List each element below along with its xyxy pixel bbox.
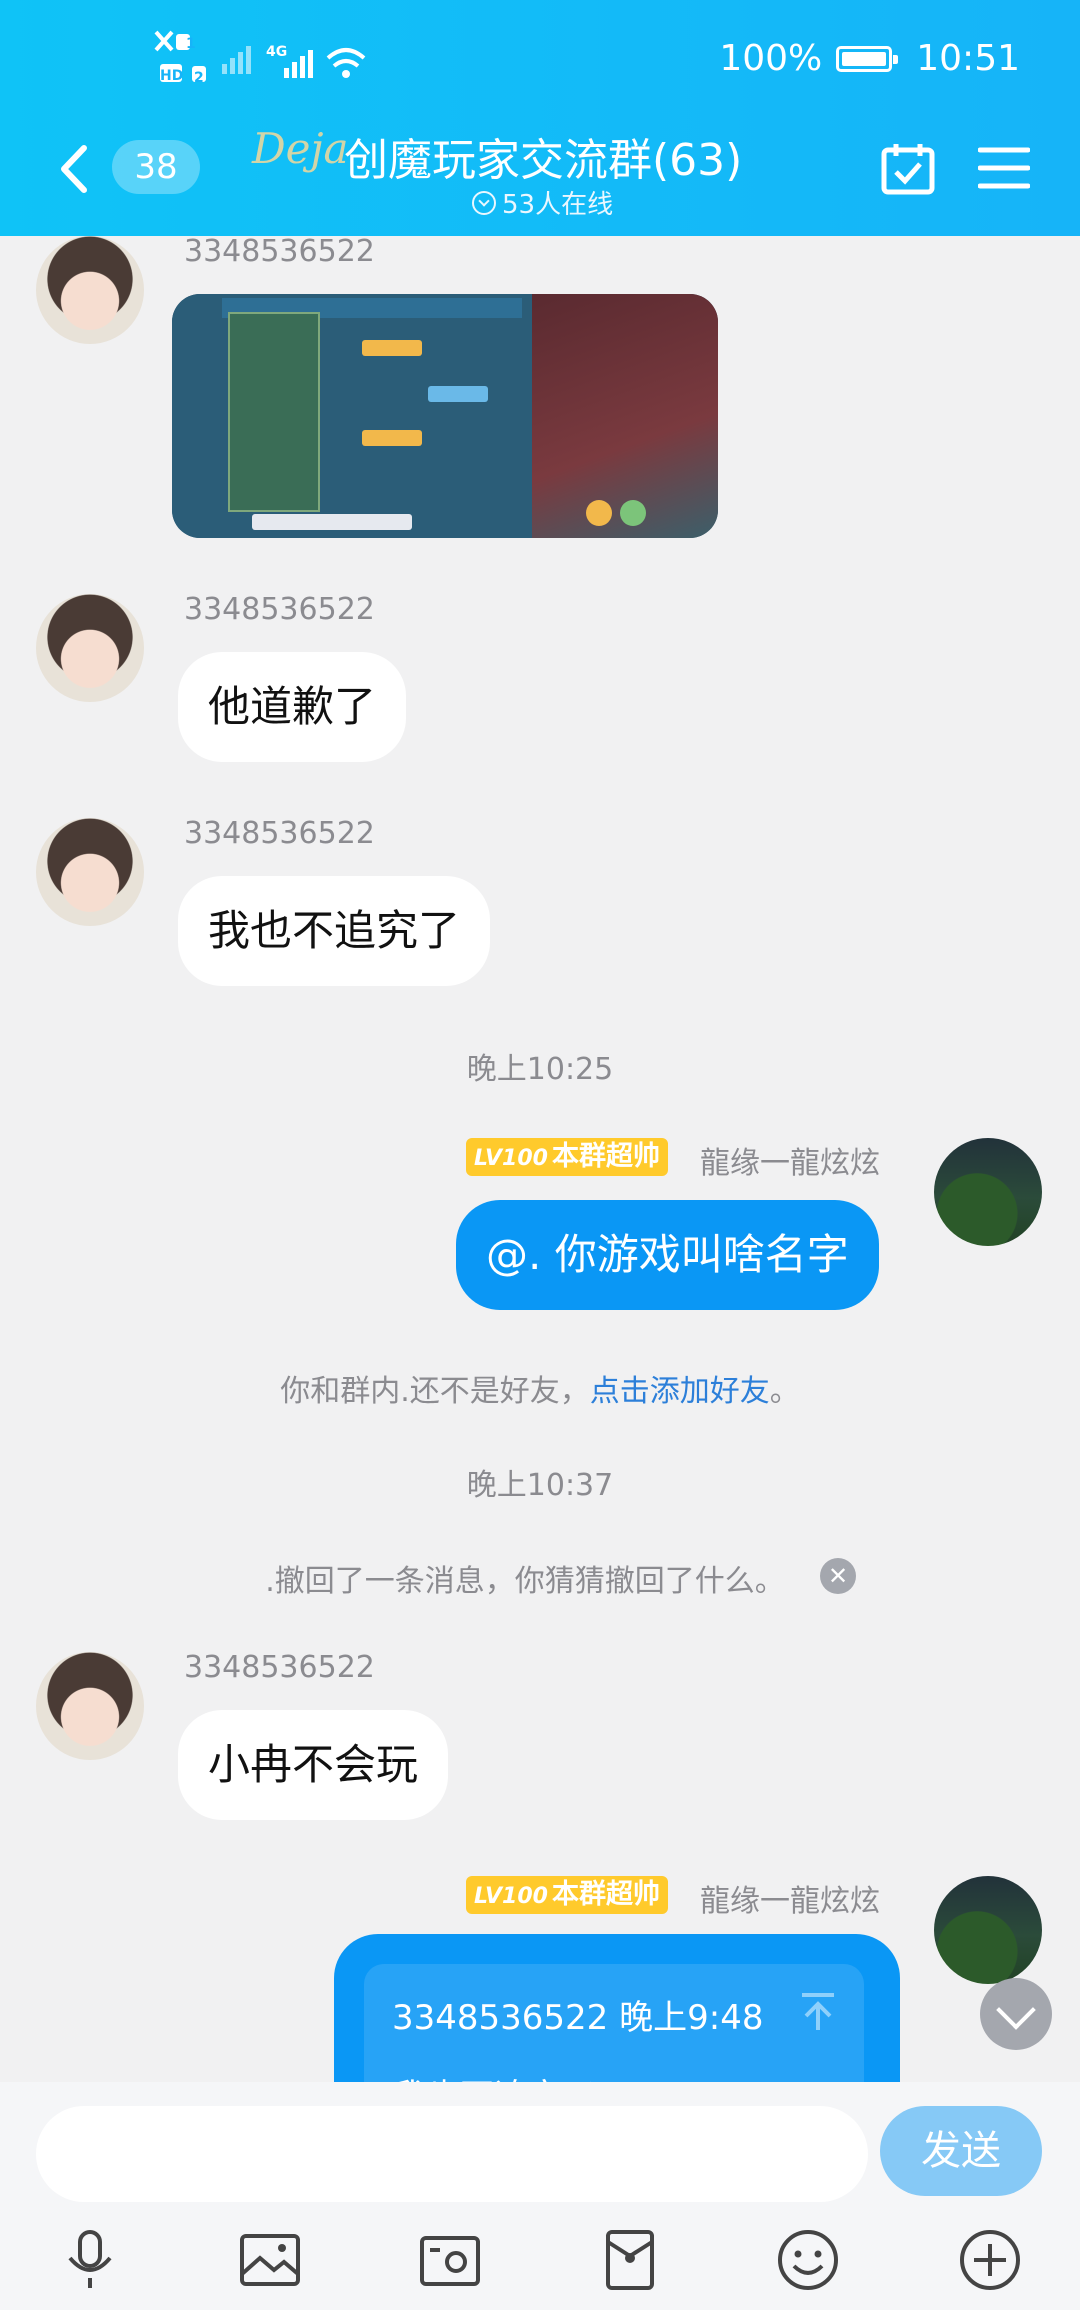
avatar[interactable] [36,818,144,926]
sim1-label: 1 [186,36,196,52]
screenshot-bubble [428,386,488,402]
chat-header: 1 HD 2 4G 100% 10:51 38 Deja 创魔玩家交流群(63)… [0,0,1080,236]
message-input[interactable] [36,2106,868,2202]
sim2-label: 2 [194,70,204,86]
avatar[interactable] [934,1876,1042,1984]
quote-header: 3348536522 晚上9:48 [392,1998,764,2038]
battery-percent: 100% [719,38,823,79]
image-icon[interactable] [238,2228,302,2292]
screenshot-left-area [172,294,532,538]
title-tag: LV100 本群超帅 [466,1876,668,1914]
input-bar: 发送 [0,2082,1080,2310]
title-tag: LV100 本群超帅 [466,1138,668,1176]
title-tag-label: 本群超帅 [551,1879,660,1910]
sender-name: 3348536522 [184,1650,375,1685]
message-bubble[interactable]: 他道歉了 [178,652,407,762]
level-label: LV100 [474,1884,548,1909]
group-logo: Deja [252,124,349,173]
back-arrow-icon[interactable] [56,142,92,196]
status-bar-right: 100% 10:51 [719,38,1020,79]
avatar[interactable] [934,1138,1042,1246]
screenshot-game-area [532,294,718,538]
group-title[interactable]: 创魔玩家交流群(63) [344,124,742,188]
calendar-check-icon[interactable] [880,142,936,196]
message-bubble[interactable]: 我也不追究了 [178,876,491,986]
sender-name: 龍缘一龍炫炫 [700,1884,880,1919]
level-label: LV100 [474,1146,548,1171]
jump-to-top-icon[interactable] [800,1992,836,2032]
title-tag-label: 本群超帅 [551,1141,660,1172]
status-bar-left [152,24,372,88]
sender-name: 3348536522 [184,592,375,627]
signal-icon [154,30,366,82]
send-button[interactable]: 发送 [880,2106,1042,2196]
camera-icon[interactable] [418,2228,482,2292]
message-bubble[interactable]: 小冉不会玩 [178,1710,449,1820]
sender-name: 3348536522 [184,236,375,269]
screenshot-input-bar [252,514,412,530]
quote-text: 我也不追究了 [392,2069,836,2082]
add-friend-text: 你和群内.还不是好友， [280,1374,590,1409]
emoji-icon[interactable] [776,2228,840,2292]
image-message[interactable] [172,294,718,538]
network-type-label: 4G [266,44,288,60]
message-bubble[interactable]: @. 你游戏叫啥名字 [456,1200,879,1310]
battery-icon [836,45,899,72]
red-packet-icon[interactable] [598,2228,662,2292]
plus-icon[interactable] [958,2228,1022,2292]
scroll-down-button[interactable] [980,1978,1052,2050]
recall-notice: .撤回了一条消息，你猜猜撤回了什么。 [0,1556,1080,1600]
quote-message-bubble[interactable]: 3348536522 晚上9:48 我也不追究了 [334,1934,900,2082]
close-icon[interactable]: ✕ [820,1558,856,1594]
microphone-icon[interactable] [58,2228,122,2292]
unread-count-badge[interactable]: 38 [112,140,200,194]
add-friend-suffix: 。 [769,1374,800,1409]
clock: 10:51 [916,38,1020,79]
menu-icon[interactable] [978,144,1030,192]
screenshot-bubble [362,340,422,356]
avatar[interactable] [36,236,144,344]
timestamp: 晚上10:37 [466,1468,614,1503]
sender-name: 3348536522 [184,816,375,851]
online-count-text: 53人在线 [502,190,614,220]
quoted-message[interactable]: 3348536522 晚上9:48 我也不追究了 [364,1964,864,2082]
message-list[interactable]: 3348536522 3348536522 他道歉了 3348536522 我也… [0,236,1080,2082]
recall-text: .撤回了一条消息，你猜猜撤回了什么。 [265,1564,785,1599]
avatar[interactable] [36,1652,144,1760]
add-friend-notice: 你和群内.还不是好友，点击添加好友。 [0,1366,1080,1410]
avatar[interactable] [36,594,144,702]
screenshot-friend-list [228,312,320,512]
hd-label: HD [160,68,184,84]
screenshot-bubble [362,430,422,446]
online-chevron-icon [472,190,496,215]
timestamp: 晚上10:25 [466,1052,614,1087]
online-status[interactable]: 53人在线 [472,184,613,221]
sender-name: 龍缘一龍炫炫 [700,1146,880,1181]
add-friend-link[interactable]: 点击添加好友 [590,1374,770,1409]
